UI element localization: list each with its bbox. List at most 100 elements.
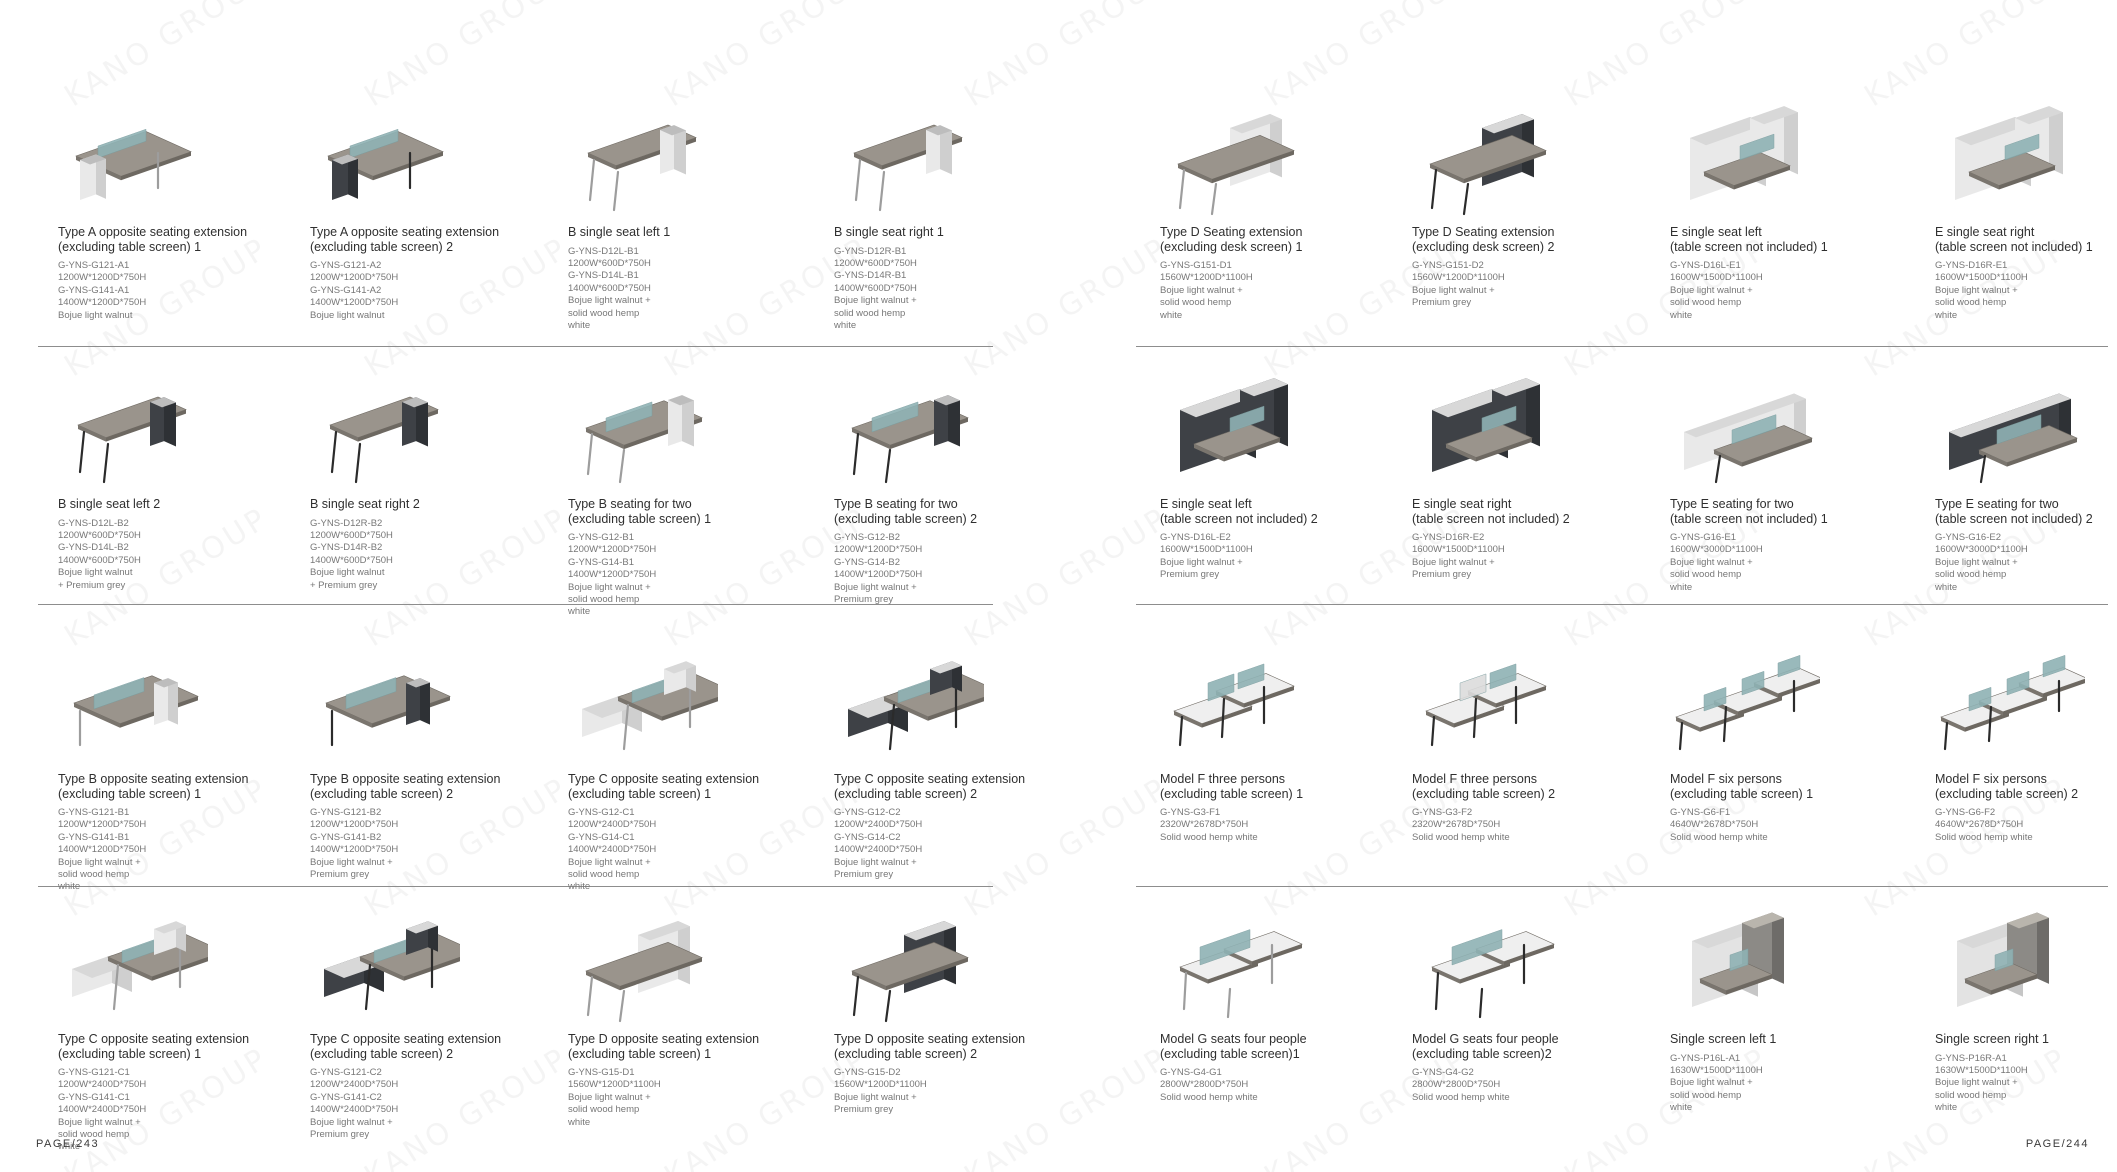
six-person-workstation-icon <box>1675 654 1820 751</box>
catalog-page-right: Type D Seating extension (excluding desk… <box>1058 0 2117 1172</box>
product-image <box>1935 905 2085 1025</box>
product-specs: G-YNS-G12-C1 1200W*2400D*750H G-YNS-G14-… <box>568 807 657 893</box>
product-specs: G-YNS-G3-F1 2320W*2678D*750H Solid wood … <box>1160 807 1258 843</box>
single-screen-station-icon <box>1692 912 1784 1007</box>
row-divider <box>1136 604 2108 605</box>
product-caption: Type C opposite seating extension (exclu… <box>834 772 1079 881</box>
desk-a-opposite-icon <box>327 128 444 200</box>
three-person-workstation-icon <box>1173 663 1295 747</box>
product-name: Type C opposite seating extension (exclu… <box>310 1032 502 1061</box>
product-specs: G-YNS-G12-B1 1200W*1200D*750H G-YNS-G14-… <box>568 532 657 618</box>
product-name: Single screen left 1 <box>1670 1032 1777 1046</box>
product-caption: Type E seating for two (table screen not… <box>1670 497 1915 594</box>
product-caption: B single seat left 1 G-YNS-D12L-B1 1200W*… <box>568 225 813 332</box>
product-specs: G-YNS-D12L-B2 1200W*600D*750H G-YNS-D14L… <box>58 517 141 591</box>
product-caption: Type D Seating extension (excluding desk… <box>1412 225 1657 310</box>
product-image <box>58 645 208 765</box>
opposite-desk-cabinet-icon <box>72 921 208 1011</box>
product-specs: G-YNS-P16R-A1 1630W*1500D*1100H Bojue li… <box>1935 1052 2028 1114</box>
opposite-desk-cabinet-icon <box>324 921 460 1011</box>
product-name: E single seat right (table screen not in… <box>1935 225 2093 254</box>
product-name: B single seat left 2 <box>58 497 161 511</box>
product-image <box>310 98 460 218</box>
product-name: Model F six persons (excluding table scr… <box>1935 772 2079 801</box>
row-divider <box>1136 886 2108 887</box>
product-image <box>58 905 208 1025</box>
product-name: Type E seating for two (table screen not… <box>1670 497 1828 526</box>
product-caption: B single seat right 2 G-YNS-D12R-B2 1200W… <box>310 497 555 592</box>
product-caption: Single screen right 1 G-YNS-P16R-A1 1630W… <box>1935 1032 2117 1115</box>
product-specs: G-YNS-G121-A2 1200W*1200D*750H G-YNS-G14… <box>310 260 399 321</box>
product-name: Type D opposite seating extension (exclu… <box>834 1032 1026 1061</box>
l-desk-cabinet-icon <box>1955 106 2063 200</box>
product-specs: G-YNS-G15-D1 1560W*1200D*1100H Bojue lig… <box>568 1067 661 1128</box>
product-specs: G-YNS-D16L-E1 1600W*1500D*1100H Bojue li… <box>1670 260 1763 321</box>
product-specs: G-YNS-G121-B2 1200W*1200D*750H G-YNS-G14… <box>310 807 399 881</box>
product-specs: G-YNS-D16R-E2 1600W*1500D*1100H Bojue li… <box>1412 532 1505 581</box>
product-image <box>1412 905 1562 1025</box>
four-person-workstation-icon <box>1179 929 1303 1019</box>
product-caption: Type C opposite seating extension (exclu… <box>568 772 813 894</box>
page-number: PAGE/244 <box>2025 1138 2089 1150</box>
product-name: Model F three persons (excluding table s… <box>1412 772 1556 801</box>
product-image <box>568 98 718 218</box>
product-name: E single seat left (table screen not inc… <box>1160 497 1318 526</box>
product-image <box>1160 370 1310 490</box>
long-cabinet-desk-icon <box>1949 393 2078 484</box>
product-specs: G-YNS-G151-D2 1560W*1200D*1100H Bojue li… <box>1412 260 1505 309</box>
product-name: Type C opposite seating extension (exclu… <box>58 1032 250 1061</box>
opposite-desk-cabinet-icon <box>848 661 984 751</box>
product-caption: Type D opposite seating extension (exclu… <box>568 1032 813 1129</box>
product-name: Type A opposite seating extension (exclu… <box>58 225 248 254</box>
product-image <box>1935 645 2085 765</box>
product-image <box>1160 98 1310 218</box>
desk-tall-cabinet-icon <box>585 921 703 1023</box>
product-image <box>834 645 984 765</box>
single-desk-icon <box>77 396 187 484</box>
product-name: E single seat left (table screen not inc… <box>1670 225 1828 254</box>
product-specs: G-YNS-G3-F2 2320W*2678D*750H Solid wood … <box>1412 807 1510 843</box>
product-image <box>310 645 460 765</box>
single-desk-icon <box>853 124 963 212</box>
single-desk-icon <box>329 396 439 484</box>
six-person-workstation-icon <box>1940 654 2085 751</box>
product-caption: Type B opposite seating extension (exclu… <box>310 772 555 881</box>
opposite-desk-cabinet-icon <box>582 661 718 751</box>
product-image <box>58 370 208 490</box>
product-specs: G-YNS-D16R-E1 1600W*1500D*1100H Bojue li… <box>1935 260 2028 321</box>
opposite-desk-icon <box>73 675 199 747</box>
product-name: Model G seats four people (excluding tab… <box>1160 1032 1307 1061</box>
product-image <box>568 370 718 490</box>
product-image <box>1412 645 1562 765</box>
product-name: Type D Seating extension (excluding desk… <box>1412 225 1555 254</box>
product-specs: G-YNS-G121-B1 1200W*1200D*750H G-YNS-G14… <box>58 807 147 893</box>
product-caption: Model F six persons (excluding table scr… <box>1670 772 1915 844</box>
product-caption: E single seat left (table screen not inc… <box>1670 225 1915 322</box>
product-caption: E single seat left (table screen not inc… <box>1160 497 1405 582</box>
product-specs: G-YNS-G12-C2 1200W*2400D*750H G-YNS-G14-… <box>834 807 923 881</box>
product-name: Type D opposite seating extension (exclu… <box>568 1032 760 1061</box>
product-name: Type D Seating extension (excluding desk… <box>1160 225 1303 254</box>
three-person-workstation-icon <box>1425 663 1547 747</box>
product-specs: G-YNS-D16L-E2 1600W*1500D*1100H Bojue li… <box>1160 532 1253 581</box>
product-image <box>1160 645 1310 765</box>
product-caption: Type B seating for two (excluding table … <box>834 497 1079 606</box>
product-caption: Model F six persons (excluding table scr… <box>1935 772 2117 844</box>
product-name: Type B opposite seating extension (exclu… <box>310 772 501 801</box>
product-specs: G-YNS-D12L-B1 1200W*600D*750H G-YNS-D14L… <box>568 245 651 331</box>
product-caption: B single seat right 1 G-YNS-D12R-B1 1200W… <box>834 225 1079 332</box>
two-seat-desk-icon <box>585 395 703 484</box>
product-image <box>1412 370 1562 490</box>
product-specs: G-YNS-G6-F1 4640W*2678D*750H Solid wood … <box>1670 807 1768 843</box>
product-specs: G-YNS-D12R-B2 1200W*600D*750H G-YNS-D14R… <box>310 517 393 591</box>
row-divider <box>1136 346 2108 347</box>
product-caption: Model F three persons (excluding table s… <box>1160 772 1405 844</box>
product-image <box>1935 370 2085 490</box>
product-name: Model F three persons (excluding table s… <box>1160 772 1304 801</box>
product-name: B single seat right 1 <box>834 225 944 239</box>
product-name: Type C opposite seating extension (exclu… <box>834 772 1026 801</box>
l-desk-cabinet-icon <box>1690 106 1798 200</box>
desk-a-opposite-icon <box>75 128 192 200</box>
product-specs: G-YNS-G6-F2 4640W*2678D*750H Solid wood … <box>1935 807 2033 843</box>
product-caption: Type C opposite seating extension (exclu… <box>58 1032 303 1154</box>
